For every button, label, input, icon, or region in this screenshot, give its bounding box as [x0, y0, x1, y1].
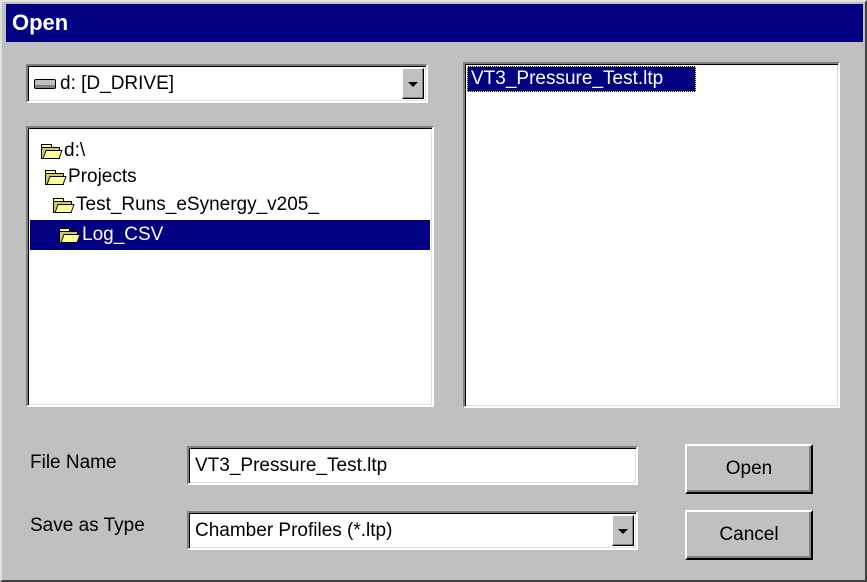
drive-dropdown-button[interactable]	[402, 68, 424, 99]
tree-item-label: Log_CSV	[82, 224, 164, 245]
save-type-label: Save as Type	[30, 515, 145, 536]
tree-item-projects[interactable]: Projects	[44, 164, 137, 190]
tree-item-test-runs[interactable]: Test_Runs_eSynergy_v205_	[52, 192, 319, 218]
open-folder-icon	[52, 197, 75, 214]
title-bar[interactable]: Open	[6, 4, 863, 42]
chevron-down-icon	[408, 81, 418, 87]
tree-item-label: Test_Runs_eSynergy_v205_	[76, 194, 319, 215]
tree-item-drive-root[interactable]: d:\	[40, 138, 85, 164]
cancel-button[interactable]: Cancel	[685, 510, 813, 560]
cancel-button-label: Cancel	[719, 524, 779, 545]
file-name-value: VT3_Pressure_Test.ltp	[195, 455, 388, 476]
tree-item-log-csv[interactable]: Log_CSV	[30, 220, 430, 250]
open-dialog: Open d: [D_DRIVE] d:\ Projects Test_Runs…	[0, 0, 867, 582]
drive-icon	[34, 78, 56, 89]
folder-tree[interactable]: d:\ Projects Test_Runs_eSynergy_v205_ Lo…	[26, 126, 434, 407]
chevron-down-icon	[618, 528, 628, 534]
tree-item-label: d:\	[64, 140, 86, 161]
drive-combo[interactable]: d: [D_DRIVE]	[26, 64, 428, 103]
drive-combo-value: d: [D_DRIVE]	[60, 72, 175, 94]
open-folder-icon	[40, 143, 63, 160]
file-name-label: File Name	[30, 452, 117, 473]
save-type-dropdown-button[interactable]	[612, 515, 634, 546]
open-button[interactable]: Open	[685, 444, 813, 494]
save-type-value: Chamber Profiles (*.ltp)	[195, 520, 393, 541]
open-folder-icon	[58, 227, 81, 244]
open-folder-icon	[44, 169, 67, 186]
window-title: Open	[12, 10, 69, 35]
file-list[interactable]: VT3_Pressure_Test.ltp	[463, 62, 840, 408]
save-type-combo[interactable]: Chamber Profiles (*.ltp)	[187, 511, 638, 550]
file-list-item-label: VT3_Pressure_Test.ltp	[471, 68, 664, 89]
tree-item-label: Projects	[68, 166, 137, 187]
file-name-field[interactable]: VT3_Pressure_Test.ltp	[187, 446, 638, 485]
file-list-item[interactable]: VT3_Pressure_Test.ltp	[467, 66, 696, 92]
open-button-label: Open	[725, 458, 773, 479]
